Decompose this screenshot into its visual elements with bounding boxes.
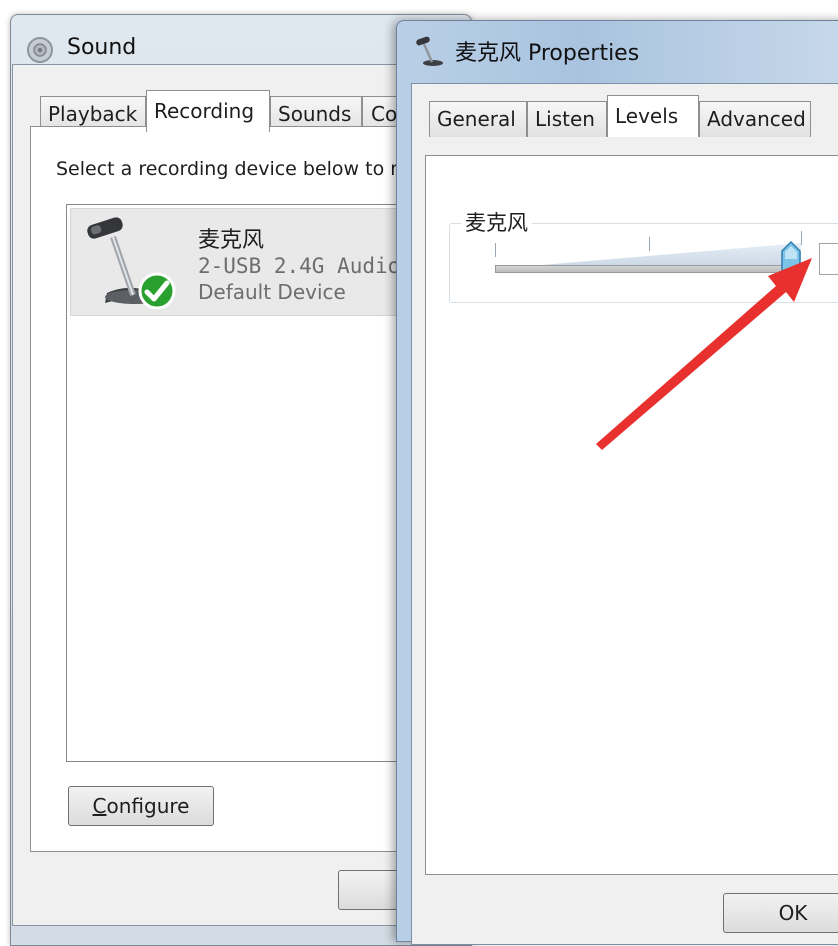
tab-levels[interactable]: Levels <box>607 95 699 137</box>
tab-recording[interactable]: Recording <box>146 90 270 132</box>
ok-button[interactable]: OK <box>723 893 838 933</box>
tab-general[interactable]: General <box>429 101 527 137</box>
microphone-properties-window: 麦克风 Properties General Listen Levels Adv… <box>396 20 838 945</box>
slider-tick <box>495 243 496 257</box>
device-name: 麦克风 <box>198 228 265 253</box>
level-group-label: 麦克风 <box>461 207 532 237</box>
tab-advanced[interactable]: Advanced <box>699 101 811 137</box>
check-icon <box>138 272 176 310</box>
device-status: Default Device <box>198 280 346 304</box>
properties-window-title: 麦克风 Properties <box>455 41 640 66</box>
sound-window-title: Sound <box>67 35 137 60</box>
speaker-icon <box>27 37 53 63</box>
configure-button[interactable]: Configure <box>68 786 214 826</box>
microphone-icon <box>416 36 443 66</box>
annotation-arrow-icon <box>596 258 812 450</box>
tab-listen[interactable]: Listen <box>527 101 607 137</box>
slider-tick <box>649 237 650 251</box>
device-description: 2-USB 2.4G Audio <box>198 254 401 278</box>
